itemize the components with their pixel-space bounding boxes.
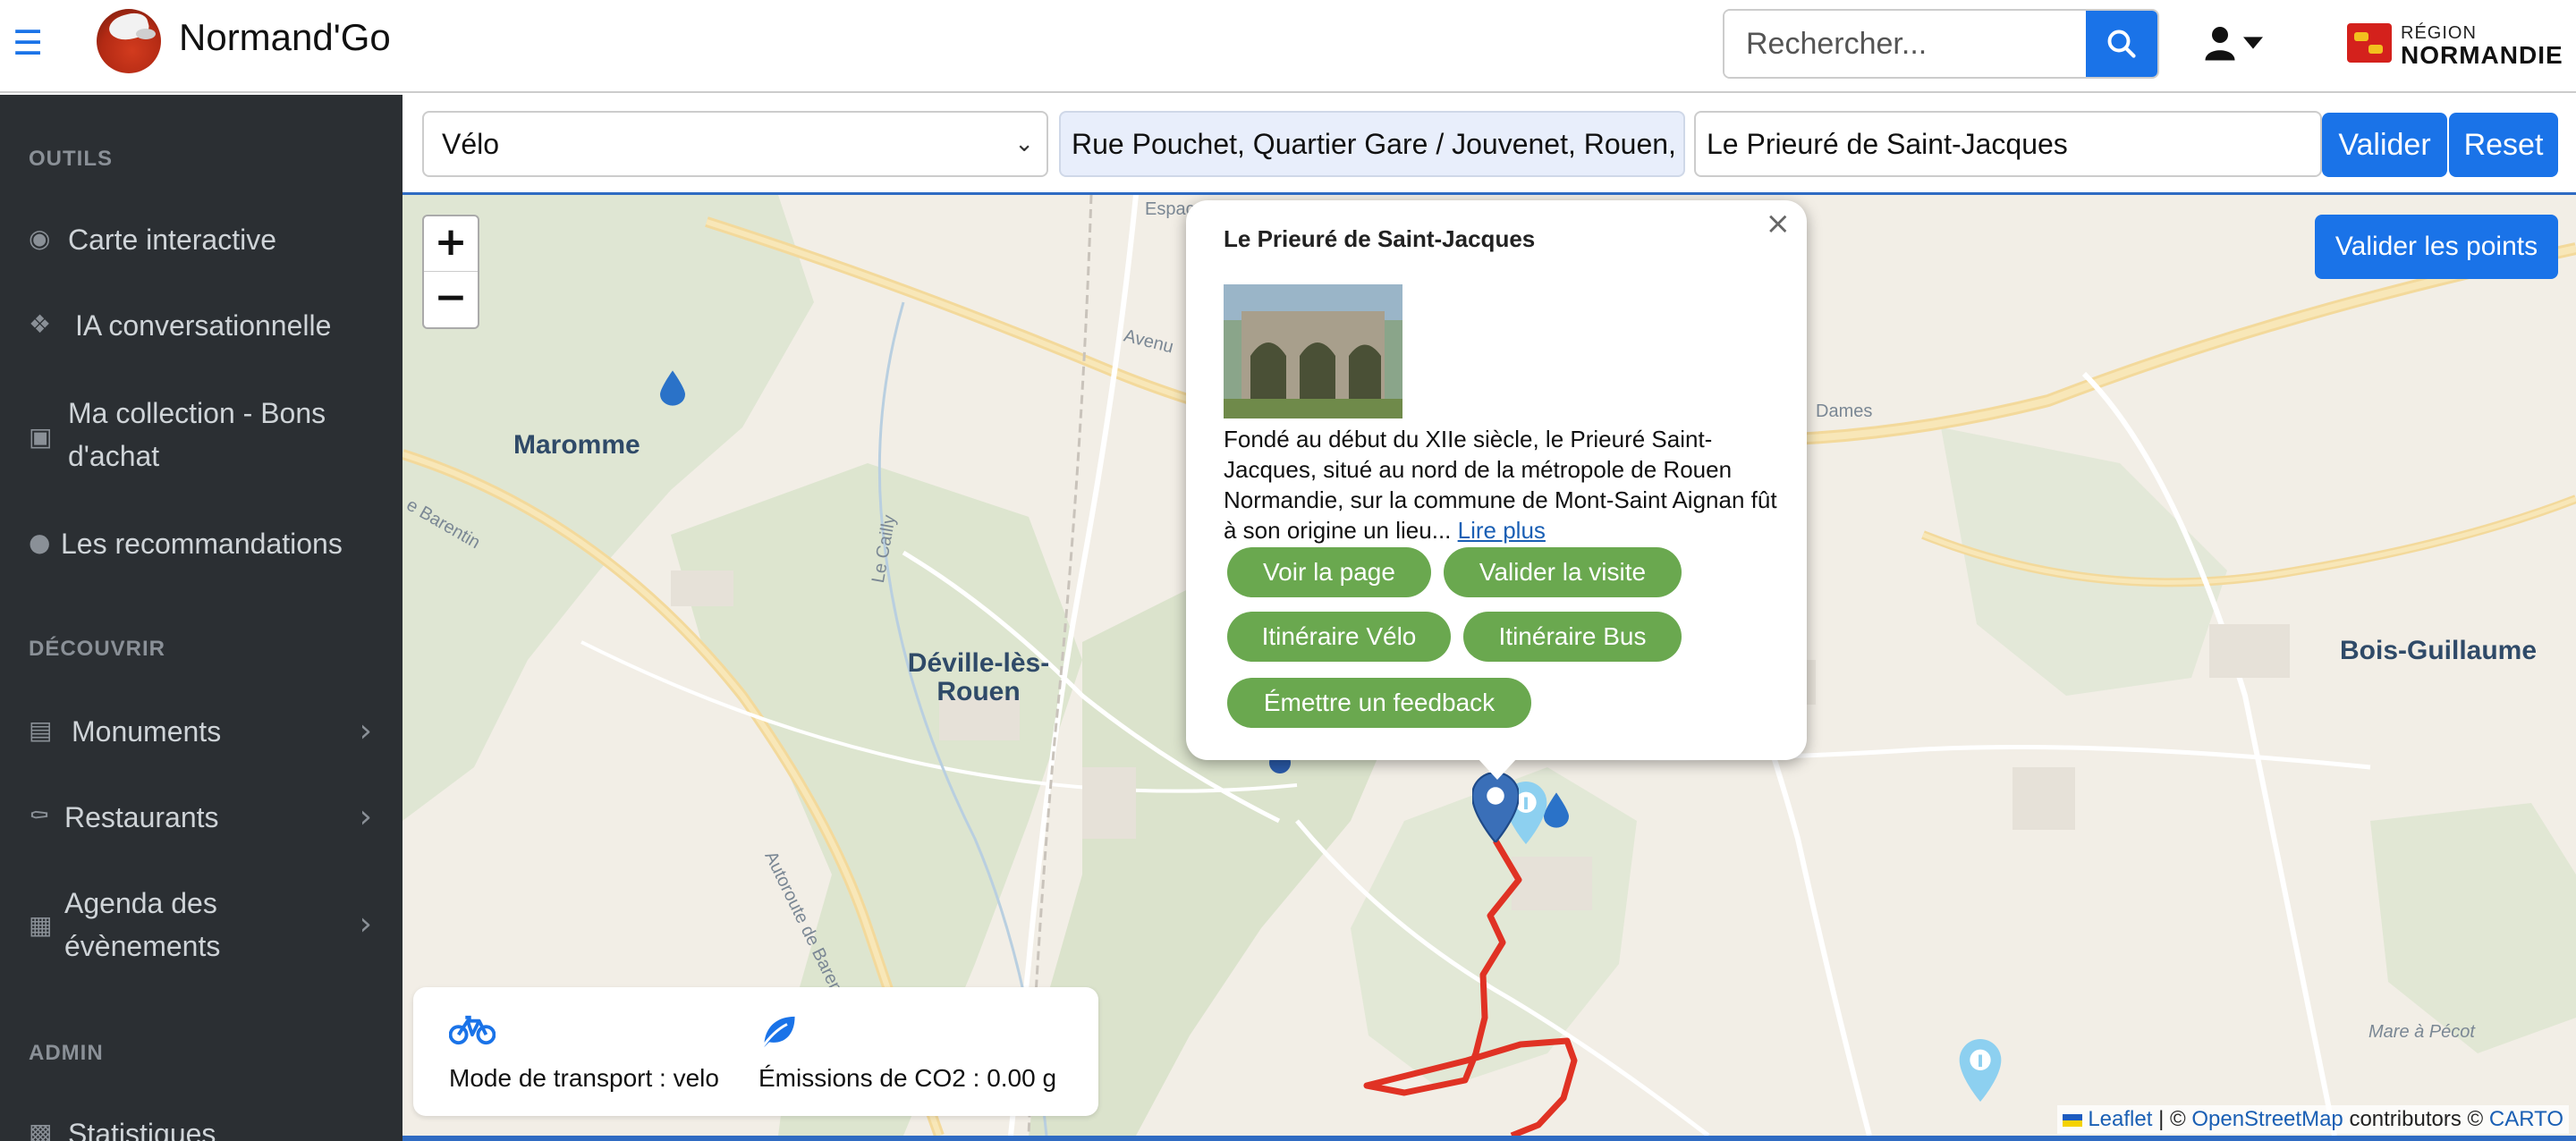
chevron-down-icon: ⌄ [1014, 131, 1034, 157]
zoom-control: + − [422, 215, 479, 329]
search-button[interactable] [2086, 11, 2157, 77]
sidebar-item-label: Statistiques [68, 1118, 216, 1141]
chart-icon: ▩ [29, 1118, 53, 1141]
sidebar-item-restaurants[interactable]: ⚰ Restaurants › [0, 796, 402, 839]
valider-button[interactable]: Valider [2322, 113, 2447, 177]
hamburger-menu-icon[interactable]: ☰ [13, 26, 43, 60]
carto-link[interactable]: CARTO [2489, 1107, 2563, 1131]
selected-location-pin-icon[interactable] [1472, 773, 1519, 842]
origin-input[interactable]: Rue Pouchet, Quartier Gare / Jouvenet, R… [1059, 111, 1685, 177]
ukraine-flag-icon [2063, 1113, 2083, 1127]
sidebar-item-ma-collection[interactable]: ▣ Ma collection - Bons d'achat [0, 392, 402, 478]
bicycle-icon [449, 1015, 496, 1045]
normandy-flag-icon [2347, 23, 2392, 63]
map-bottom-border [402, 1136, 2576, 1141]
lightbulb-icon: ● [29, 528, 51, 557]
popup-description: Fondé au début du XIIe siècle, le Prieur… [1224, 424, 1778, 545]
water-drop-marker-icon[interactable] [660, 370, 685, 406]
transport-mode-text: Mode de transport : velo [449, 1064, 719, 1092]
gift-icon: ▣ [29, 422, 53, 452]
search-input[interactable] [1724, 11, 2086, 77]
sidebar-item-label: Carte interactive [68, 224, 276, 256]
top-navbar: ☰ Normand'Go RÉGION NORMANDIE [0, 0, 2576, 93]
region-logo-line2: NORMANDIE [2401, 41, 2563, 69]
map-canvas[interactable]: Maromme Déville-lès-Rouen Bois-Guillaume… [402, 195, 2576, 1136]
map-label-maromme: Maromme [513, 430, 640, 460]
chat-icon: ❖ [29, 309, 52, 339]
sidebar-item-carte-interactive[interactable]: ◉ Carte interactive [0, 218, 402, 261]
itineraire-bus-button[interactable]: Itinéraire Bus [1463, 612, 1682, 662]
section-title-admin: ADMIN [29, 1041, 104, 1065]
sidebar-item-statistiques[interactable]: ▩ Statistiques [0, 1112, 402, 1141]
co2-emission-text: Émissions de CO2 : 0.00 g [758, 1064, 1057, 1092]
attribution-contributors: contributors © [2349, 1107, 2484, 1131]
caret-down-icon [2243, 37, 2263, 49]
emettre-feedback-button[interactable]: Émettre un feedback [1227, 678, 1531, 728]
user-menu-dropdown[interactable] [2204, 23, 2268, 63]
section-title-decouvrir: DÉCOUVRIR [29, 637, 166, 661]
sidebar-item-label: Ma collection - Bons d'achat [68, 397, 326, 472]
sidebar-item-ia-conversationnelle[interactable]: ❖ IA conversationnelle [0, 304, 402, 347]
sidebar-item-recommandations[interactable]: ● Les recommandations [0, 522, 402, 565]
zoom-in-button[interactable]: + [424, 216, 478, 272]
sidebar: OUTILS ◉ Carte interactive ❖ IA conversa… [0, 95, 402, 1141]
route-toolbar: Vélo ⌄ Rue Pouchet, Quartier Gare / Jouv… [402, 95, 2576, 195]
transport-mode-select[interactable]: Vélo ⌄ [422, 111, 1048, 177]
trip-stats-panel: Mode de transport : velo Émissions de CO… [413, 987, 1098, 1116]
globe-icon: ◉ [29, 224, 51, 253]
destination-input[interactable]: Le Prieuré de Saint-Jacques [1694, 111, 2322, 177]
sidebar-item-label: Les recommandations [61, 528, 343, 560]
book-icon: ▤ [29, 715, 53, 745]
sidebar-item-label: IA conversationnelle [75, 309, 332, 342]
itineraire-velo-button[interactable]: Itinéraire Vélo [1227, 612, 1451, 662]
info-marker-icon[interactable] [1959, 1039, 2002, 1102]
attribution-separator: | © [2158, 1107, 2186, 1131]
leaf-icon [760, 1016, 795, 1050]
valider-les-points-button[interactable]: Valider les points [2315, 215, 2558, 279]
zoom-out-button[interactable]: − [424, 272, 478, 327]
voir-la-page-button[interactable]: Voir la page [1227, 547, 1431, 597]
map-label-deville: Déville-lès-Rouen [907, 648, 1050, 706]
sidebar-item-label: Restaurants [64, 801, 219, 833]
read-more-link[interactable]: Lire plus [1458, 517, 1546, 544]
sidebar-item-agenda[interactable]: ▦ Agenda des évènements › [0, 882, 402, 968]
sidebar-item-label: Monuments [72, 715, 222, 748]
calendar-icon: ▦ [29, 910, 53, 940]
search-icon [2107, 30, 2136, 58]
map-label-mare-a-pecot: Mare à Pécot [2368, 1022, 2475, 1042]
location-popup: × Le Prieuré de Saint-Jacques Fondé au d… [1186, 200, 1807, 780]
chevron-right-icon: › [359, 713, 372, 749]
location-photo [1224, 284, 1402, 418]
user-icon [2205, 27, 2235, 61]
water-drop-marker-icon[interactable] [1544, 792, 1569, 828]
popup-title: Le Prieuré de Saint-Jacques [1224, 225, 1536, 252]
utensils-icon: ⚰ [29, 801, 50, 831]
chevron-right-icon: › [359, 906, 372, 942]
transport-mode-value: Vélo [442, 128, 500, 160]
close-icon[interactable]: × [1766, 206, 1792, 241]
search-box [1723, 9, 2159, 79]
chevron-right-icon: › [359, 799, 372, 835]
reset-button[interactable]: Reset [2449, 113, 2558, 177]
app-logo[interactable] [97, 9, 161, 73]
map-label-dames: Dames [1816, 401, 1873, 421]
map-attribution: Leaflet | © OpenStreetMap contributors ©… [2057, 1105, 2569, 1134]
sidebar-item-monuments[interactable]: ▤ Monuments › [0, 710, 402, 753]
valider-la-visite-button[interactable]: Valider la visite [1444, 547, 1682, 597]
region-normandie-logo: RÉGION NORMANDIE [2347, 18, 2563, 69]
brand-name[interactable]: Normand'Go [179, 16, 391, 59]
map-label-bois-guillaume: Bois-Guillaume [2340, 636, 2538, 665]
leaflet-link[interactable]: Leaflet [2088, 1107, 2152, 1131]
section-title-outils: OUTILS [29, 147, 113, 171]
openstreetmap-link[interactable]: OpenStreetMap [2191, 1107, 2343, 1131]
sidebar-item-label: Agenda des évènements [64, 887, 221, 962]
